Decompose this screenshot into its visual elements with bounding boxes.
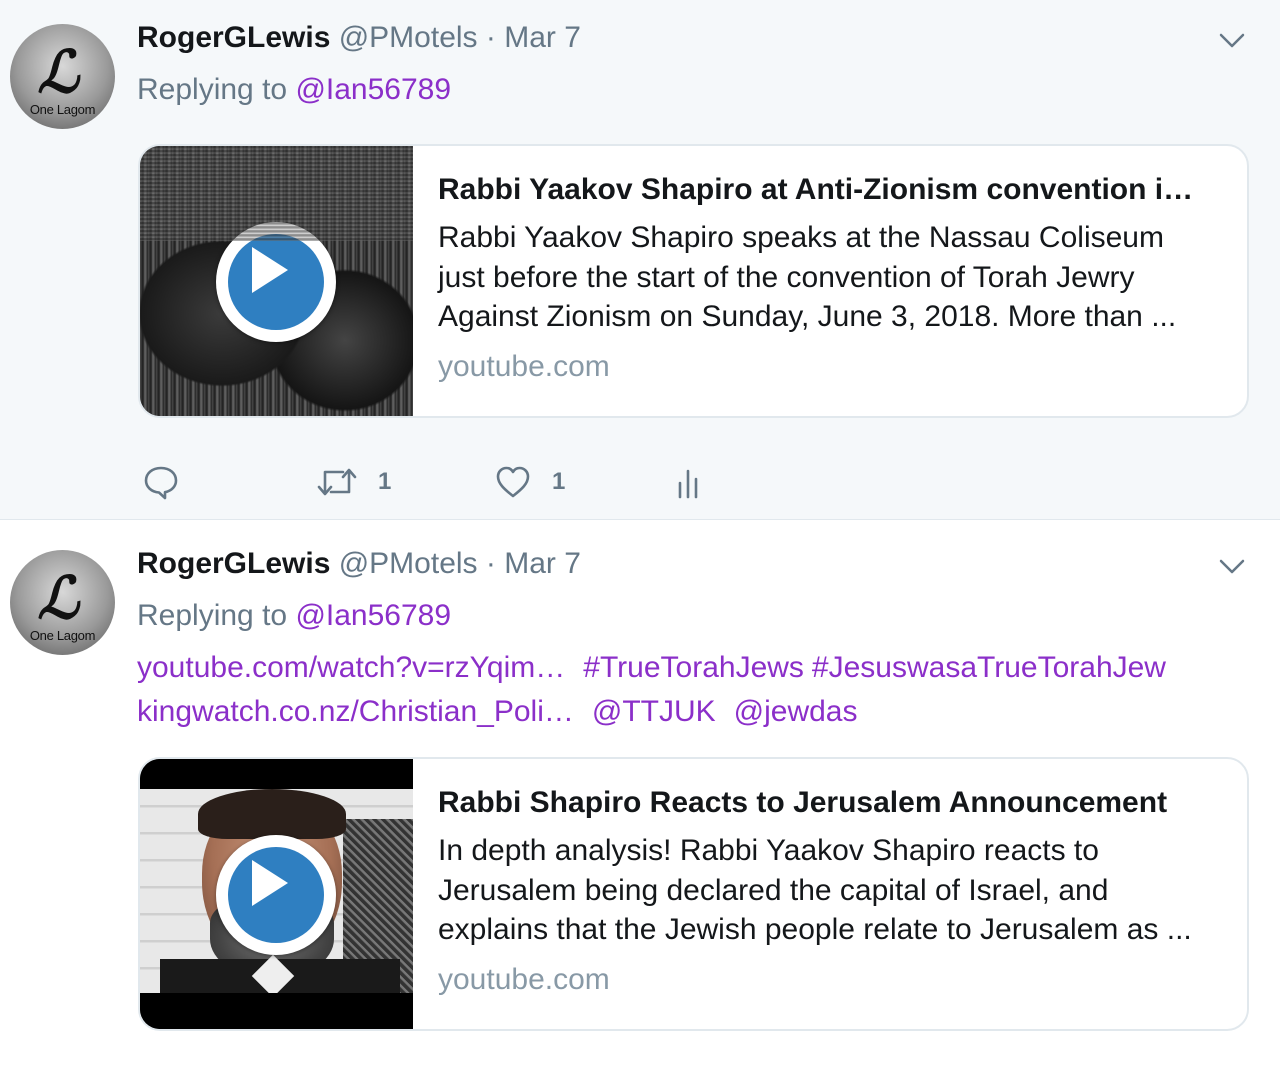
thumbnail-person-hair <box>198 789 346 839</box>
reply-mention-link[interactable]: @Ian56789 <box>295 73 451 106</box>
card-domain: youtube.com <box>438 962 610 996</box>
mention-link[interactable]: @TTJUK <box>592 695 716 728</box>
link-card[interactable]: Rabbi Yaakov Shapiro at Anti-Zionism con… <box>138 144 1249 418</box>
card-title: Rabbi Shapiro Reacts to Jerusalem Announ… <box>438 786 1168 819</box>
tweet-text-line-2: kingwatch.co.nz/Christian_Poli… @TTJUK @je… <box>137 692 876 732</box>
header-separator: · <box>485 21 496 54</box>
like-count: 1 <box>552 468 566 495</box>
hashtag-link[interactable]: #TrueTorahJews <box>583 651 804 684</box>
tweet-date[interactable]: Mar 7 <box>504 547 581 580</box>
avatar[interactable]: ℒ One Lagom <box>10 24 115 129</box>
avatar-caption: One Lagom <box>29 102 96 117</box>
play-icon <box>252 860 288 906</box>
author-name[interactable]: RogerGLewis <box>137 547 330 580</box>
tweet-text-line-1: youtube.com/watch?v=rzYqim… #TrueTorahJew… <box>137 648 1184 688</box>
play-button[interactable] <box>216 222 336 342</box>
mention-link[interactable]: @jewdas <box>734 695 858 728</box>
video-thumbnail[interactable] <box>140 759 413 1029</box>
url-link[interactable]: kingwatch.co.nz/Christian_Poli… <box>137 695 574 728</box>
url-link[interactable]: youtube.com/watch?v=rzYqim… <box>137 651 565 684</box>
like-button[interactable]: 1 <box>494 458 565 506</box>
replying-to-label: Replying to <box>137 599 288 632</box>
letterbox-bar <box>140 993 413 1029</box>
tweet-header: RogerGLewis @PMotels · Mar 7 <box>137 20 581 56</box>
replying-to: Replying to @Ian56789 <box>137 598 451 634</box>
author-name[interactable]: RogerGLewis <box>137 21 330 54</box>
tweet-date[interactable]: Mar 7 <box>504 21 581 54</box>
chevron-down-icon[interactable] <box>1218 26 1246 54</box>
reply-mention-link[interactable]: @Ian56789 <box>295 599 451 632</box>
retweet-count: 1 <box>378 468 392 495</box>
analytics-button[interactable] <box>674 458 704 506</box>
retweet-button[interactable]: 1 <box>316 458 391 506</box>
replying-to-label: Replying to <box>137 73 288 106</box>
avatar-logo-glyph: ℒ <box>34 564 91 632</box>
play-button[interactable] <box>216 835 336 955</box>
tweet[interactable]: ℒ One Lagom RogerGLewis @PMotels · Mar 7… <box>0 521 1280 1065</box>
card-description: In depth analysis! Rabbi Yaakov Shapiro … <box>438 834 1192 946</box>
analytics-icon <box>678 469 698 499</box>
card-domain: youtube.com <box>438 349 610 383</box>
author-handle[interactable]: @PMotels <box>339 21 478 54</box>
heart-icon <box>496 466 530 498</box>
link-card[interactable]: Rabbi Shapiro Reacts to Jerusalem Announ… <box>138 757 1249 1031</box>
reply-button[interactable] <box>142 458 180 506</box>
tweet-header: RogerGLewis @PMotels · Mar 7 <box>137 546 581 582</box>
play-icon <box>252 247 288 293</box>
chevron-down-icon[interactable] <box>1218 552 1246 580</box>
card-description: Rabbi Yaakov Shapiro speaks at the Nassa… <box>438 221 1177 333</box>
retweet-icon <box>317 468 357 496</box>
avatar[interactable]: ℒ One Lagom <box>10 550 115 655</box>
header-separator: · <box>485 547 496 580</box>
author-handle[interactable]: @PMotels <box>339 547 478 580</box>
avatar-caption: One Lagom <box>29 628 96 643</box>
video-thumbnail[interactable] <box>140 146 413 416</box>
reply-icon <box>144 466 178 500</box>
tweet[interactable]: ℒ One Lagom RogerGLewis @PMotels · Mar 7… <box>0 0 1280 520</box>
tweet-actions: 1 1 <box>0 458 800 506</box>
card-text: Rabbi Shapiro Reacts to Jerusalem Announ… <box>438 783 1215 998</box>
replying-to: Replying to @Ian56789 <box>137 72 451 108</box>
avatar-logo-glyph: ℒ <box>34 38 91 106</box>
letterbox-bar <box>140 759 413 789</box>
card-text: Rabbi Yaakov Shapiro at Anti-Zionism con… <box>438 170 1215 385</box>
hashtag-link[interactable]: #JesuswasaTrueTorahJew <box>812 651 1166 684</box>
card-title: Rabbi Yaakov Shapiro at Anti-Zionism con… <box>438 173 1194 206</box>
